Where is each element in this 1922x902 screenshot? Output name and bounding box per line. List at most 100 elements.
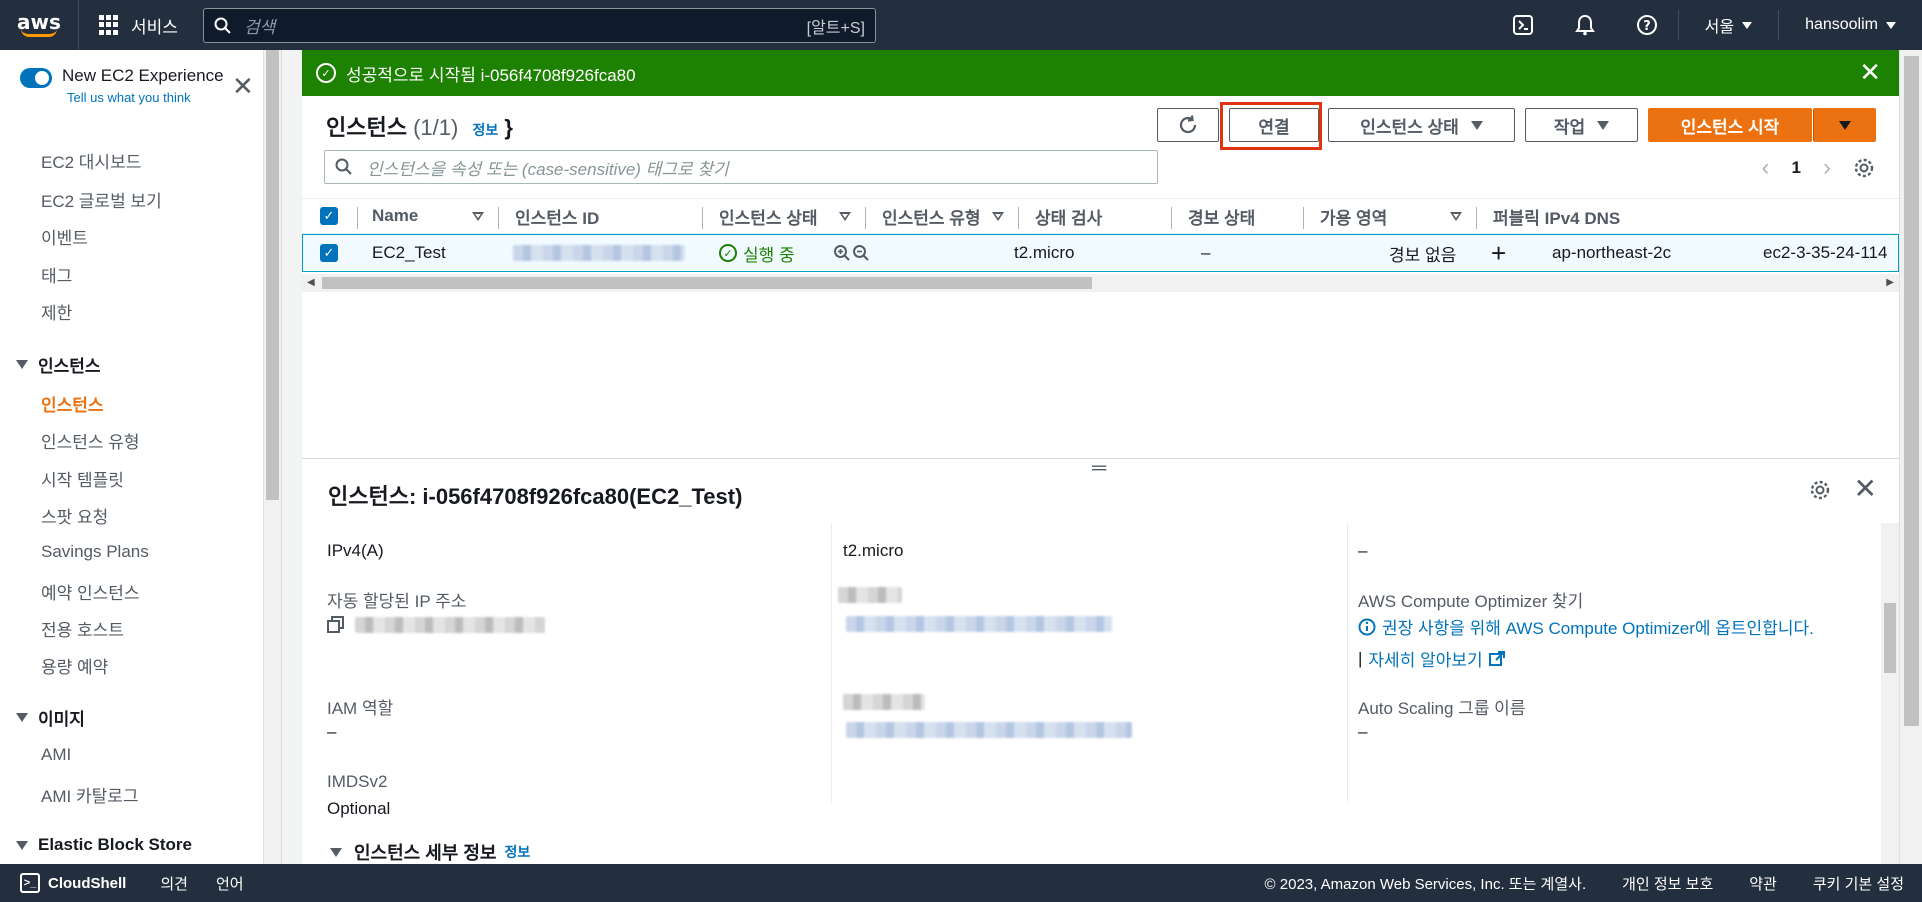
add-alarm-icon[interactable]: + bbox=[1491, 235, 1506, 271]
refresh-icon bbox=[1179, 115, 1197, 134]
col-public-dns[interactable]: 퍼블릭 IPv4 DNS bbox=[1493, 199, 1620, 233]
close-icon[interactable]: ✕ bbox=[1854, 475, 1877, 503]
services-menu-button[interactable]: 서비스 bbox=[78, 0, 192, 50]
select-all-checkbox[interactable]: ✓ bbox=[320, 199, 338, 233]
pagination: ‹ 1 › bbox=[1762, 154, 1875, 182]
col-status-check[interactable]: 상태 검사 bbox=[1035, 199, 1102, 233]
new-experience-toggle[interactable] bbox=[20, 68, 52, 88]
external-link-icon bbox=[1488, 650, 1505, 666]
table-row[interactable]: ✓ EC2_Test ✓ 실행 중 t2.micro – 경보 없음 + ap-… bbox=[302, 234, 1899, 272]
sidebar-item-ami[interactable]: AMI bbox=[41, 745, 71, 765]
terms-link[interactable]: 약관 bbox=[1749, 873, 1777, 894]
chevron-right-icon[interactable]: › bbox=[1823, 154, 1831, 182]
search-placeholder: 검색 bbox=[244, 18, 276, 37]
col-name[interactable]: Name bbox=[372, 199, 418, 233]
sidebar-section-ebs[interactable]: Elastic Block Store bbox=[16, 835, 192, 855]
launch-instance-button[interactable]: 인스턴스 시작 bbox=[1648, 108, 1812, 142]
col-instance-type[interactable]: 인스턴스 유형 bbox=[882, 199, 981, 233]
detail-title: 인스턴스: i-056f4708f926fca80(EC2_Test) bbox=[328, 484, 743, 509]
sidebar-item-dedicated-hosts[interactable]: 전용 호스트 bbox=[41, 616, 124, 641]
sort-icon[interactable] bbox=[992, 199, 1004, 233]
launch-instance-dropdown[interactable] bbox=[1813, 108, 1876, 142]
sidebar-item-ami-catalog[interactable]: AMI 카탈로그 bbox=[41, 782, 139, 807]
footer: >_ CloudShell 의견 언어 © 2023, Amazon Web S… bbox=[0, 864, 1922, 902]
sidebar-item-launch-templates[interactable]: 시작 템플릿 bbox=[41, 466, 124, 491]
sidebar-section-instances[interactable]: 인스턴스 bbox=[16, 352, 101, 377]
sidebar-section-images[interactable]: 이미지 bbox=[16, 705, 85, 730]
bell-icon[interactable] bbox=[1554, 0, 1616, 50]
compute-optimizer-link[interactable]: AWS Compute Optimizer bbox=[1506, 619, 1695, 638]
page-number[interactable]: 1 bbox=[1792, 158, 1801, 178]
zoom-out-icon[interactable] bbox=[852, 235, 870, 271]
region-selector[interactable]: 서울 bbox=[1679, 13, 1778, 37]
redacted-label bbox=[838, 587, 902, 608]
success-banner: ✓ 성공적으로 시작됨 i-056f4708f926fca80 ✕ bbox=[302, 50, 1899, 96]
instance-details-section[interactable]: 인스턴스 세부 정보 정보 bbox=[330, 839, 530, 865]
asg-label: Auto Scaling 그룹 이름 bbox=[1358, 699, 1526, 718]
learn-more-link[interactable]: 자세히 알아보기 bbox=[1368, 646, 1482, 671]
help-icon[interactable]: ? bbox=[1616, 0, 1678, 50]
auto-ip-value bbox=[327, 616, 545, 634]
col-availability-zone[interactable]: 가용 영역 bbox=[1320, 199, 1387, 233]
highlight-box bbox=[1220, 102, 1322, 150]
row-checkbox[interactable]: ✓ bbox=[320, 235, 338, 271]
feedback-link[interactable]: 의견 bbox=[146, 873, 202, 894]
sidebar-item-ec2-dashboard[interactable]: EC2 대시보드 bbox=[41, 148, 141, 173]
refresh-button[interactable] bbox=[1157, 108, 1219, 142]
chevron-left-icon[interactable]: ‹ bbox=[1762, 154, 1770, 182]
actions-button[interactable]: 작업 bbox=[1525, 108, 1638, 142]
sidebar-item-capacity-reservations[interactable]: 용량 예약 bbox=[41, 653, 108, 678]
sort-icon[interactable] bbox=[1450, 199, 1462, 233]
col-instance-state[interactable]: 인스턴스 상태 bbox=[719, 199, 818, 233]
imdsv2-label: IMDSv2 bbox=[327, 772, 388, 791]
sidebar-item-tags[interactable]: 태그 bbox=[41, 262, 72, 287]
sidebar-item-savings-plans[interactable]: Savings Plans bbox=[41, 542, 149, 562]
sort-icon[interactable] bbox=[839, 199, 851, 233]
sidebar-scrollbar[interactable] bbox=[263, 50, 281, 864]
resize-handle[interactable]: ═ bbox=[1092, 458, 1106, 478]
instance-state-button[interactable]: 인스턴스 상태 bbox=[1328, 108, 1515, 142]
grid-icon bbox=[99, 15, 119, 35]
gear-icon[interactable] bbox=[1853, 157, 1875, 179]
aws-logo[interactable]: aws bbox=[0, 0, 78, 50]
sort-icon[interactable] bbox=[472, 199, 484, 233]
zoom-in-icon[interactable] bbox=[833, 235, 851, 271]
redacted-link[interactable] bbox=[846, 722, 1132, 743]
language-link[interactable]: 언어 bbox=[202, 873, 258, 894]
cloudshell-button[interactable]: >_ CloudShell bbox=[0, 873, 146, 893]
col-instance-id[interactable]: 인스턴스 ID bbox=[515, 199, 599, 233]
privacy-link[interactable]: 개인 정보 보호 bbox=[1622, 873, 1713, 894]
sidebar-item-spot-requests[interactable]: 스팟 요청 bbox=[41, 503, 108, 528]
cloudshell-icon[interactable] bbox=[1492, 0, 1554, 50]
table-header: ✓ Name 인스턴스 ID 인스턴스 상태 인스턴스 유형 상태 검사 경보 … bbox=[302, 198, 1899, 234]
table-horizontal-scrollbar[interactable]: ◀ ▶ bbox=[302, 274, 1899, 292]
compute-optimizer-label: AWS Compute Optimizer 찾기 bbox=[1358, 592, 1584, 611]
search-icon bbox=[214, 17, 231, 34]
global-search-input[interactable]: 검색 [알트+S] bbox=[203, 8, 876, 43]
main-scrollbar[interactable] bbox=[1899, 50, 1922, 864]
copy-icon[interactable] bbox=[327, 616, 345, 634]
sidebar-item-events[interactable]: 이벤트 bbox=[41, 224, 88, 249]
col-alarm-status[interactable]: 경보 상태 bbox=[1188, 199, 1255, 233]
close-icon[interactable]: ✕ bbox=[1859, 59, 1881, 85]
sidebar-item-global-view[interactable]: EC2 글로벌 보기 bbox=[41, 187, 162, 212]
cookie-preferences-link[interactable]: 쿠키 기본 설정 bbox=[1813, 873, 1904, 894]
chevron-down-icon bbox=[1742, 21, 1753, 29]
info-link[interactable]: 정보 bbox=[472, 122, 498, 138]
info-link[interactable]: 정보 bbox=[504, 842, 530, 862]
sidebar-item-limits[interactable]: 제한 bbox=[41, 299, 72, 324]
close-icon[interactable]: ✕ bbox=[232, 73, 254, 99]
cell-instance-type: t2.micro bbox=[1014, 243, 1075, 262]
redacted-link[interactable] bbox=[846, 616, 1112, 637]
cell-instance-id-redacted[interactable] bbox=[513, 235, 685, 271]
learn-more-row: | 자세히 알아보기 bbox=[1358, 646, 1505, 671]
instance-filter-input[interactable]: 인스턴스을 속성 또는 (case-sensitive) 태그로 찾기 bbox=[324, 150, 1158, 184]
account-menu[interactable]: hansoolim bbox=[1779, 16, 1922, 34]
sidebar-item-instances[interactable]: 인스턴스 bbox=[41, 391, 104, 416]
gear-icon[interactable] bbox=[1809, 479, 1831, 501]
detail-scrollbar[interactable] bbox=[1881, 523, 1899, 865]
sidebar-item-reserved-instances[interactable]: 예약 인스턴스 bbox=[41, 579, 140, 604]
sidebar-item-instance-types[interactable]: 인스턴스 유형 bbox=[41, 428, 140, 453]
cell-availability-zone: ap-northeast-2c bbox=[1552, 243, 1672, 262]
feedback-link[interactable]: Tell us what you think bbox=[67, 90, 224, 105]
